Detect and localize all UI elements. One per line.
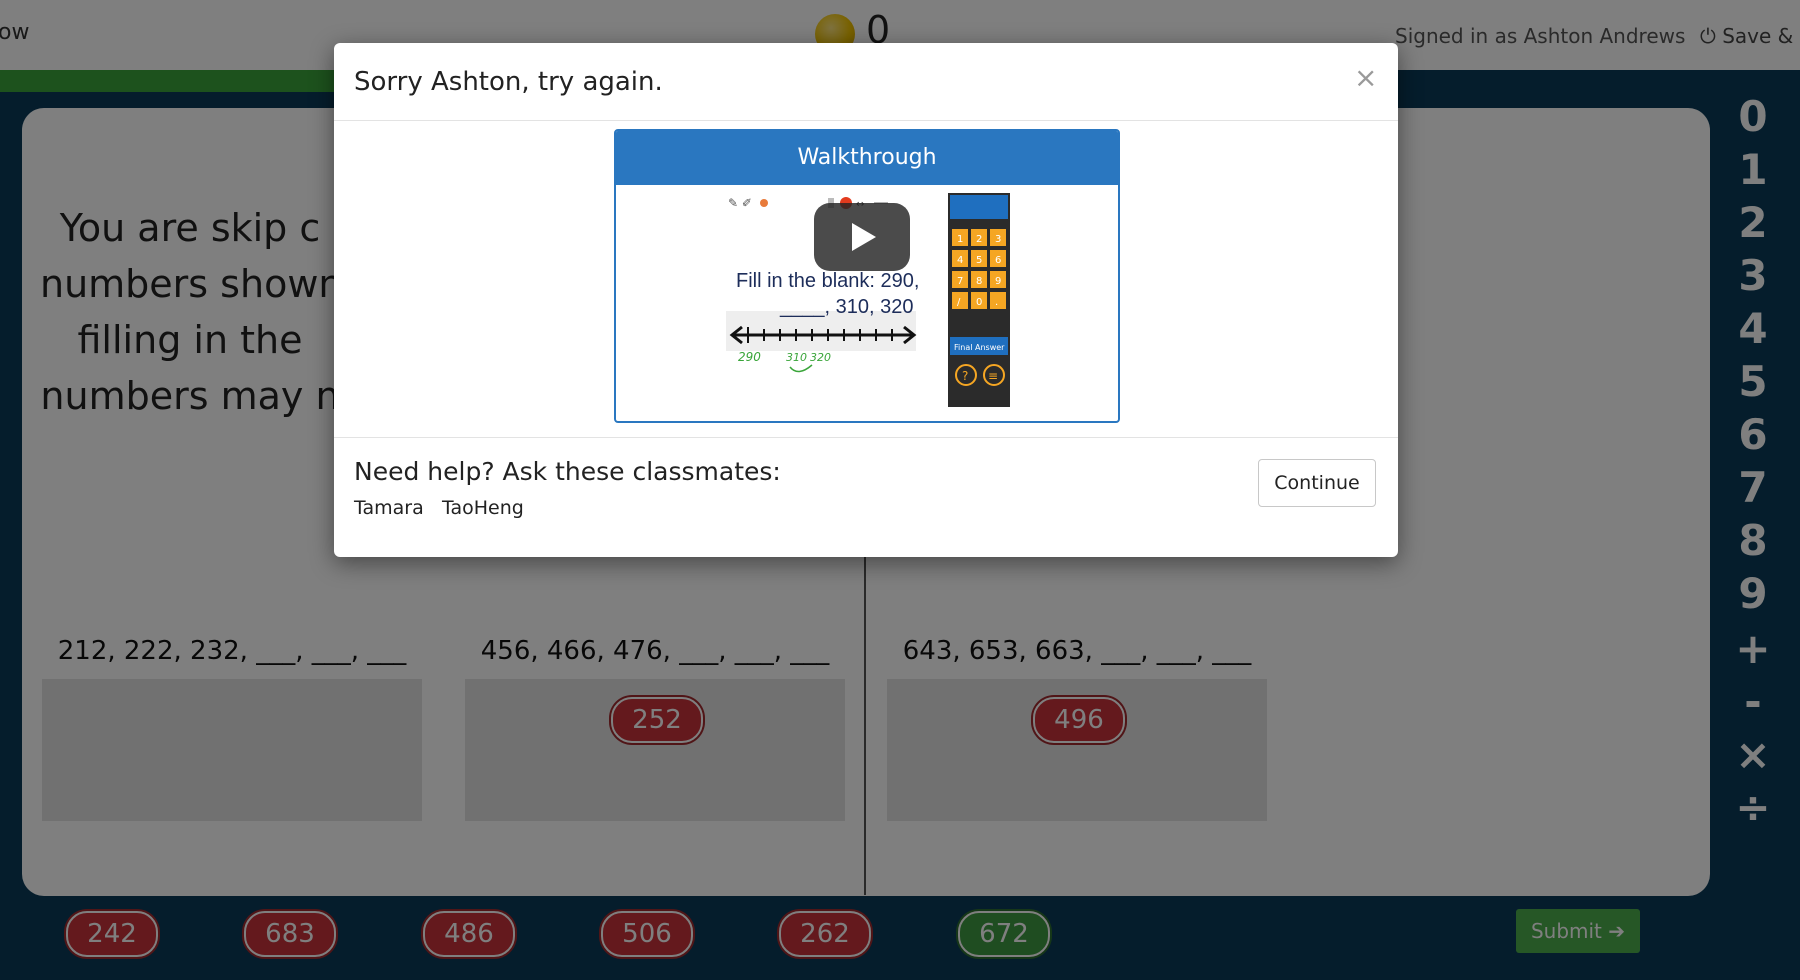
classmate-name[interactable]: TaoHeng: [442, 497, 524, 519]
walkthrough-video-thumbnail[interactable]: ✎ ✐ ↔ Fill in the blank: 290, ____, 310,…: [726, 193, 1118, 407]
modal-divider: [334, 120, 1398, 121]
classmate-name[interactable]: Tamara: [354, 497, 424, 519]
modal-title: Sorry Ashton, try again.: [354, 67, 663, 97]
calc-key-label: 0: [976, 297, 982, 308]
feedback-modal: Sorry Ashton, try again. × Walkthrough ✎…: [334, 43, 1398, 557]
svg-text:320: 320: [810, 351, 831, 364]
svg-text:____, 310, 320: ____, 310, 320: [779, 296, 913, 318]
calc-key-label: 4: [957, 255, 963, 266]
help-title: Need help? Ask these classmates:: [354, 457, 781, 486]
svg-text:Final Answer: Final Answer: [954, 343, 1005, 352]
svg-text:≡: ≡: [988, 369, 998, 383]
svg-text:310: 310: [786, 351, 807, 364]
calc-key-label: 5: [976, 255, 982, 266]
calc-key-label: 9: [995, 276, 1001, 287]
svg-text:?: ?: [962, 369, 968, 383]
calc-key-label: 3: [995, 234, 1001, 245]
calc-key-label: 1: [957, 234, 963, 245]
calc-key-label: .: [995, 297, 998, 308]
close-icon[interactable]: ×: [1354, 61, 1377, 94]
continue-button[interactable]: Continue: [1258, 459, 1376, 507]
svg-text:Fill in the blank: 290,: Fill in the blank: 290,: [736, 270, 919, 292]
walkthrough-header: Walkthrough: [616, 131, 1118, 185]
calc-key-label: 8: [976, 276, 982, 287]
svg-text:290: 290: [738, 350, 761, 364]
calc-key-label: 6: [995, 255, 1001, 266]
calc-key-label: 7: [957, 276, 963, 287]
svg-text:✎ ✐: ✎ ✐: [728, 196, 752, 210]
walkthrough-card: Walkthrough ✎ ✐ ↔ Fill in the blank: 290…: [614, 129, 1120, 423]
play-icon[interactable]: [814, 203, 910, 271]
calc-key-label: 2: [976, 234, 982, 245]
modal-divider: [334, 437, 1398, 438]
